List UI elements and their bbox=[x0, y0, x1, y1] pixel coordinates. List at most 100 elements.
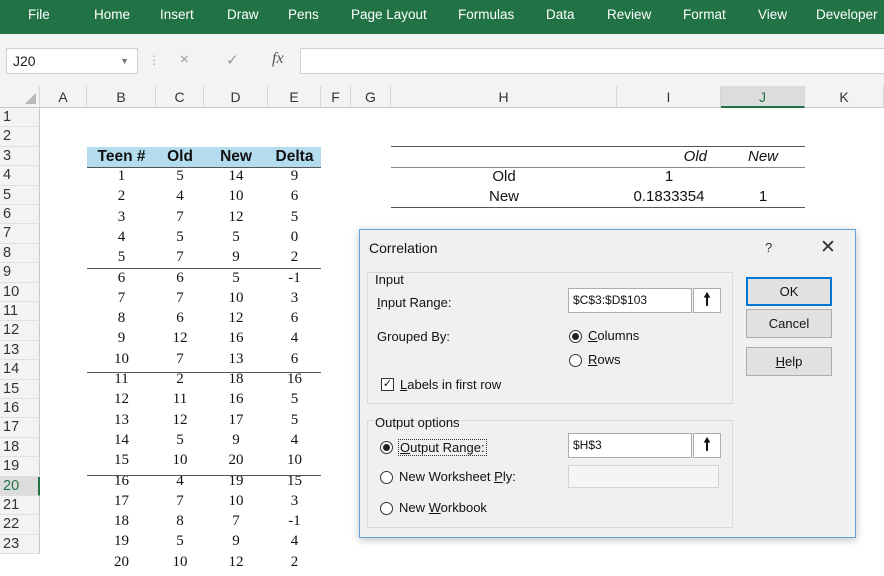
table-cell[interactable]: 5 bbox=[268, 411, 321, 430]
table-cell[interactable]: 3 bbox=[87, 208, 156, 227]
new-worksheet-radio[interactable] bbox=[380, 471, 393, 484]
row-header-3[interactable]: 3 bbox=[0, 146, 40, 167]
table-cell[interactable]: 7 bbox=[156, 492, 204, 511]
new-workbook-radio[interactable] bbox=[380, 502, 393, 515]
row-header-20[interactable]: 20 bbox=[0, 476, 40, 496]
column-header-b[interactable]: B bbox=[87, 86, 156, 108]
table-cell[interactable]: 9 bbox=[87, 329, 156, 348]
output-range-radio[interactable] bbox=[380, 441, 393, 454]
table-cell[interactable]: 10 bbox=[87, 350, 156, 369]
tab-pens[interactable]: Pens bbox=[288, 0, 319, 34]
enter-icon[interactable]: ✓ bbox=[226, 51, 239, 69]
table-cell[interactable]: 5 bbox=[268, 390, 321, 409]
table-cell[interactable]: 12 bbox=[204, 309, 268, 328]
table-cell[interactable]: 2 bbox=[87, 187, 156, 206]
output-range-label[interactable]: Output Range: bbox=[398, 439, 487, 456]
table-cell[interactable]: 13 bbox=[87, 411, 156, 430]
row-header-21[interactable]: 21 bbox=[0, 496, 40, 516]
table-cell[interactable]: 14 bbox=[87, 431, 156, 450]
tab-insert[interactable]: Insert bbox=[160, 0, 194, 34]
table-cell[interactable]: 7 bbox=[156, 248, 204, 267]
table-cell[interactable]: 10 bbox=[204, 492, 268, 511]
table-cell[interactable]: 5 bbox=[156, 167, 204, 186]
column-header-c[interactable]: C bbox=[156, 86, 204, 108]
table-cell[interactable]: 9 bbox=[204, 532, 268, 551]
formula-input[interactable] bbox=[300, 48, 884, 74]
table-cell[interactable]: 10 bbox=[156, 553, 204, 572]
row-header-8[interactable]: 8 bbox=[0, 243, 40, 264]
table-cell[interactable]: 12 bbox=[204, 553, 268, 572]
table-cell[interactable]: 5 bbox=[204, 269, 268, 288]
help-icon[interactable]: ? bbox=[765, 240, 772, 255]
table-cell[interactable]: 10 bbox=[204, 187, 268, 206]
rows-radio-label[interactable]: Rows bbox=[588, 352, 621, 367]
row-header-4[interactable]: 4 bbox=[0, 166, 40, 186]
tab-home[interactable]: Home bbox=[94, 0, 130, 34]
table-cell[interactable]: 5 bbox=[156, 431, 204, 450]
tab-developer[interactable]: Developer bbox=[816, 0, 878, 34]
column-header-g[interactable]: G bbox=[351, 86, 391, 108]
name-box[interactable]: J20 ▼ bbox=[6, 48, 138, 74]
table-cell[interactable]: 16 bbox=[204, 390, 268, 409]
table-cell[interactable]: 5 bbox=[156, 532, 204, 551]
output-range-field[interactable]: $H$3 bbox=[568, 433, 692, 458]
labels-checkbox-label[interactable]: Labels in first row bbox=[400, 377, 501, 392]
row-header-12[interactable]: 12 bbox=[0, 321, 40, 341]
column-header-i[interactable]: I bbox=[617, 86, 721, 108]
row-header-7[interactable]: 7 bbox=[0, 224, 40, 244]
table-cell[interactable]: 10 bbox=[204, 289, 268, 308]
tab-page-layout[interactable]: Page Layout bbox=[351, 0, 427, 34]
collapse-dialog-arrow-icon[interactable]: 🠕 bbox=[693, 288, 721, 313]
table-cell[interactable]: 11 bbox=[156, 390, 204, 409]
table-cell[interactable]: 10 bbox=[268, 451, 321, 470]
table-cell[interactable]: 5 bbox=[156, 228, 204, 247]
columns-radio[interactable] bbox=[569, 330, 582, 343]
new-worksheet-label[interactable]: New Worksheet Ply: bbox=[399, 469, 516, 484]
row-header-17[interactable]: 17 bbox=[0, 418, 40, 438]
table-cell[interactable]: 7 bbox=[204, 512, 268, 531]
row-header-5[interactable]: 5 bbox=[0, 185, 40, 205]
table-cell[interactable]: 5 bbox=[87, 248, 156, 267]
table-cell[interactable]: 6 bbox=[268, 187, 321, 206]
tab-format[interactable]: Format bbox=[683, 0, 726, 34]
row-header-1[interactable]: 1 bbox=[0, 108, 40, 128]
rows-radio[interactable] bbox=[569, 354, 582, 367]
table-cell[interactable]: 5 bbox=[268, 208, 321, 227]
table-cell[interactable]: 14 bbox=[204, 167, 268, 186]
tab-draw[interactable]: Draw bbox=[227, 0, 259, 34]
column-header-j[interactable]: J bbox=[721, 86, 805, 108]
table-cell[interactable]: 9 bbox=[268, 167, 321, 186]
table-cell[interactable]: 5 bbox=[204, 228, 268, 247]
tab-review[interactable]: Review bbox=[607, 0, 651, 34]
tab-data[interactable]: Data bbox=[546, 0, 575, 34]
table-cell[interactable]: 12 bbox=[87, 390, 156, 409]
table-cell[interactable]: 15 bbox=[87, 451, 156, 470]
input-range-field[interactable]: $C$3:$D$103 bbox=[568, 288, 692, 313]
table-cell[interactable]: 7 bbox=[156, 289, 204, 308]
cancel-button[interactable]: Cancel bbox=[746, 309, 832, 338]
table-cell[interactable]: 1 bbox=[87, 167, 156, 186]
table-cell[interactable]: 4 bbox=[268, 431, 321, 450]
table-cell[interactable]: 9 bbox=[204, 248, 268, 267]
select-all-corner[interactable] bbox=[0, 86, 40, 108]
column-header-d[interactable]: D bbox=[204, 86, 268, 108]
table-cell[interactable]: 6 bbox=[87, 269, 156, 288]
column-header-f[interactable]: F bbox=[321, 86, 351, 108]
table-cell[interactable]: 17 bbox=[204, 411, 268, 430]
chevron-down-icon[interactable]: ▼ bbox=[120, 49, 129, 73]
help-button[interactable]: Help bbox=[746, 347, 832, 376]
table-cell[interactable]: 8 bbox=[87, 309, 156, 328]
table-cell[interactable]: 17 bbox=[87, 492, 156, 511]
table-cell[interactable]: 0 bbox=[268, 228, 321, 247]
table-cell[interactable]: 7 bbox=[87, 289, 156, 308]
row-header-11[interactable]: 11 bbox=[0, 302, 40, 322]
table-cell[interactable]: 6 bbox=[156, 269, 204, 288]
table-cell[interactable]: 3 bbox=[268, 492, 321, 511]
column-header-h[interactable]: H bbox=[391, 86, 617, 108]
table-cell[interactable]: 9 bbox=[204, 431, 268, 450]
insert-function-icon[interactable]: fx bbox=[272, 50, 284, 68]
table-cell[interactable]: 7 bbox=[156, 350, 204, 369]
table-cell[interactable]: 4 bbox=[268, 532, 321, 551]
table-cell[interactable]: 7 bbox=[156, 208, 204, 227]
table-cell[interactable]: 18 bbox=[87, 512, 156, 531]
